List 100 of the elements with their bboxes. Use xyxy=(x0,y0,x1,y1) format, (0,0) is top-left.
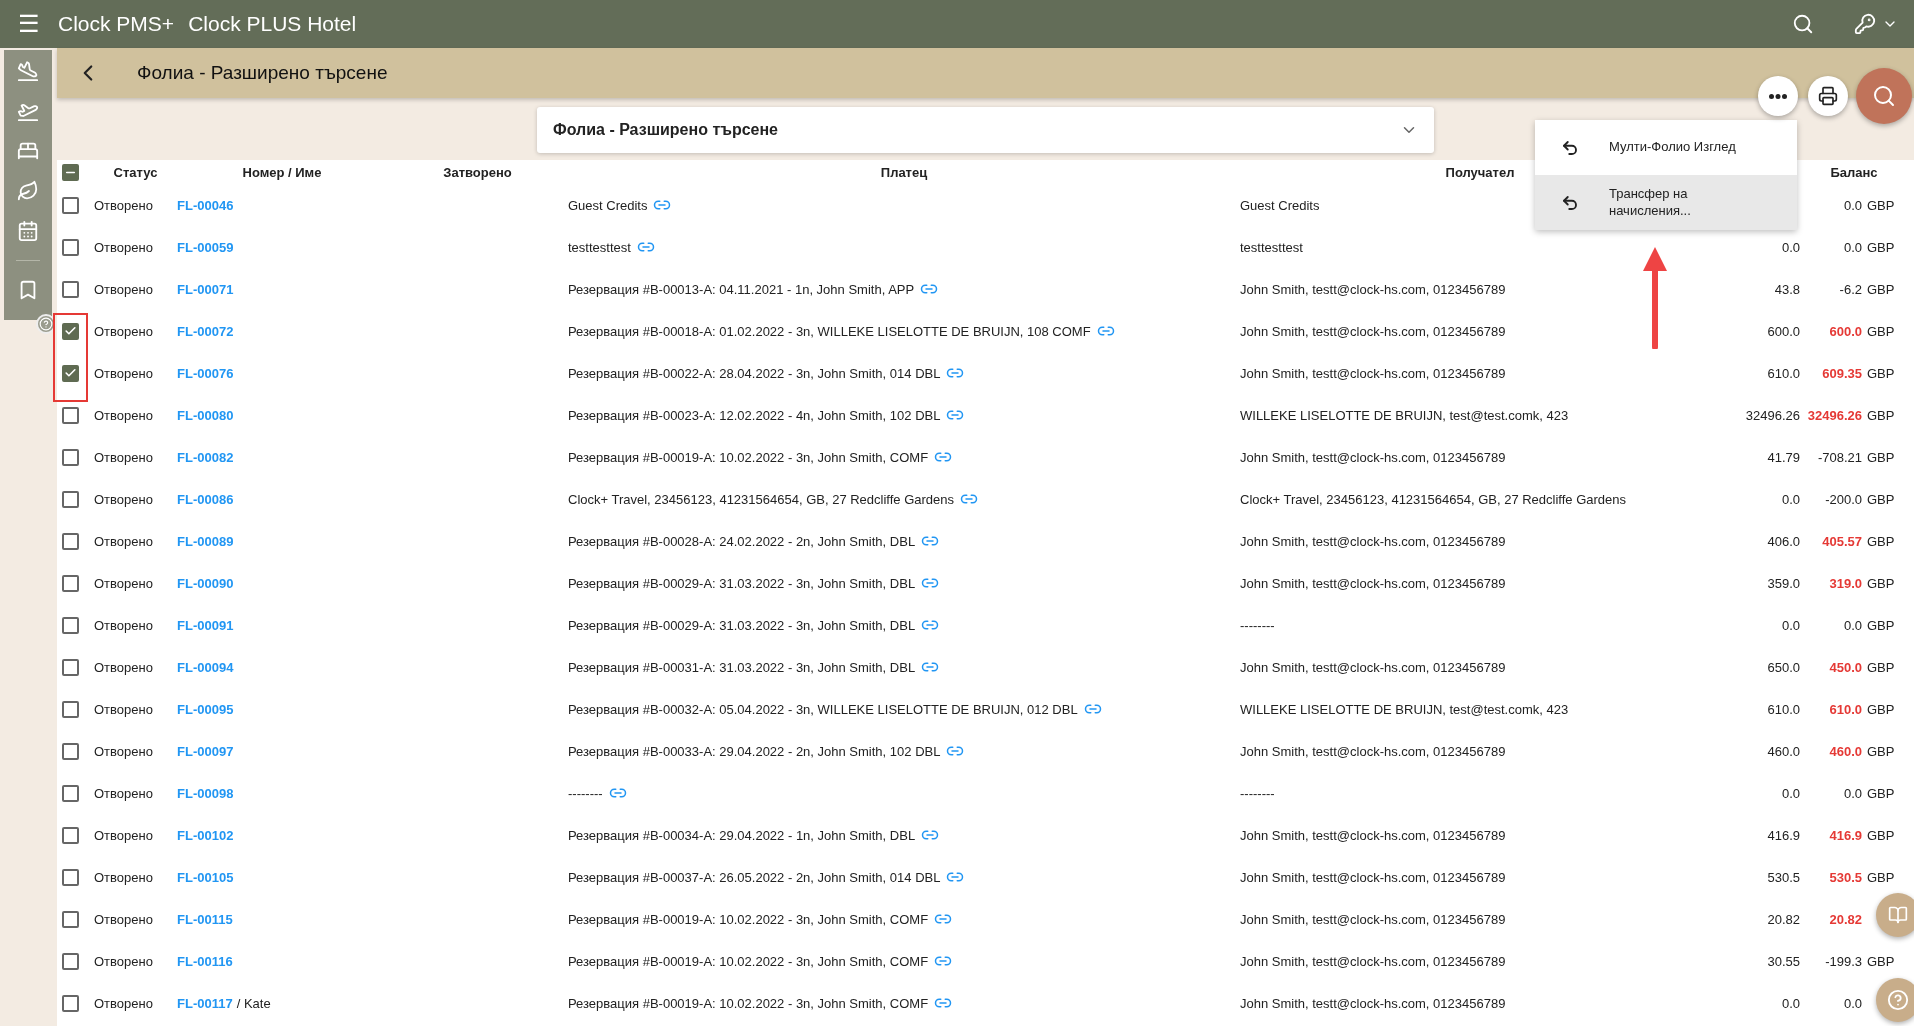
row-checkbox[interactable] xyxy=(62,952,79,970)
folio-link[interactable]: FL-00086 xyxy=(177,491,234,507)
row-checkbox[interactable] xyxy=(62,910,79,928)
folio-link[interactable]: FL-00072 xyxy=(177,323,234,339)
row-checkbox[interactable] xyxy=(62,616,79,634)
search-button[interactable] xyxy=(1856,68,1912,124)
balance-cell: 0.0 xyxy=(1843,197,1862,213)
status-cell: Отворено xyxy=(94,743,153,759)
row-checkbox[interactable] xyxy=(62,700,79,718)
folio-link[interactable]: FL-00059 xyxy=(177,239,234,255)
key-icon[interactable] xyxy=(1854,13,1876,35)
row-checkbox[interactable] xyxy=(62,784,79,802)
plane-landing-icon[interactable] xyxy=(17,60,39,82)
menu-item[interactable]: Мулти-Фолио Изглед xyxy=(1535,120,1797,175)
print-button[interactable] xyxy=(1808,76,1848,116)
row-checkbox[interactable] xyxy=(62,280,79,298)
row-checkbox[interactable] xyxy=(62,448,79,466)
amount-cell: 359.0 xyxy=(1767,575,1800,591)
more-button[interactable] xyxy=(1758,76,1798,116)
balance-cell: -200.0 xyxy=(1825,491,1862,507)
status-cell: Отворено xyxy=(94,659,153,675)
folio-link[interactable]: FL-00089 xyxy=(177,533,234,549)
amount-cell: 600.0 xyxy=(1767,323,1800,339)
row-checkbox[interactable] xyxy=(62,322,79,340)
balance-cell: 319.0 xyxy=(1829,575,1862,591)
view-select[interactable]: Фолиа - Разширено търсене xyxy=(537,107,1434,153)
receiver-cell: Guest Credits xyxy=(1240,197,1320,213)
folio-link[interactable]: FL-00082 xyxy=(177,449,234,465)
folio-link[interactable]: FL-00115 xyxy=(177,911,233,927)
amount-cell: 530.5 xyxy=(1767,869,1800,885)
row-checkbox[interactable] xyxy=(62,364,79,382)
folio-link[interactable]: FL-00080 xyxy=(177,407,234,423)
status-cell: Отворено xyxy=(94,197,153,213)
row-checkbox[interactable] xyxy=(62,658,79,676)
payer-cell: Резервация #B-00037-A: 26.05.2022 - 2n, John Smith, 014 DBL xyxy=(568,869,941,885)
undo-icon xyxy=(1561,193,1579,212)
row-checkbox[interactable] xyxy=(62,490,79,508)
payer-cell: Резервация #B-00019-A: 10.02.2022 - 3n, John Smith, COMF xyxy=(568,449,929,465)
receiver-cell: John Smith, testt@clock-hs.com, 0123456789 xyxy=(1240,869,1506,885)
payer-cell: Guest Credits xyxy=(568,197,648,213)
receiver-cell: John Smith, testt@clock-hs.com, 0123456789 xyxy=(1240,281,1506,297)
row-checkbox[interactable] xyxy=(62,196,79,214)
column-header: Номер / Име xyxy=(242,164,322,180)
row-checkbox[interactable] xyxy=(62,994,79,1012)
folio-link[interactable]: FL-00105 xyxy=(177,869,234,885)
search-icon[interactable] xyxy=(1792,13,1814,35)
help-icon xyxy=(1887,989,1909,1011)
balance-cell: 20.82 xyxy=(1829,911,1862,927)
row-checkbox[interactable] xyxy=(62,238,79,256)
folio-link[interactable]: FL-00090 xyxy=(177,575,234,591)
folio-link[interactable]: FL-00117 xyxy=(177,995,233,1011)
printer-icon xyxy=(1818,86,1838,106)
row-checkbox[interactable] xyxy=(62,406,79,424)
row-checkbox[interactable] xyxy=(62,826,79,844)
amount-cell: 0.0 xyxy=(1781,239,1800,255)
payer-cell: Clock+ Travel, 23456123, 41231564654, GB, 27 Redcliffe Gardens xyxy=(568,491,955,507)
book-icon xyxy=(1888,905,1908,925)
undo-icon xyxy=(1561,138,1579,157)
menu-item[interactable]: Трансфер на начисления... xyxy=(1535,175,1797,230)
payer-cell: Резервация #B-00033-A: 29.04.2022 - 2n, John Smith, 102 DBL xyxy=(568,743,941,759)
column-header: Затворено xyxy=(443,164,512,180)
balance-cell: -199.3 xyxy=(1825,953,1862,969)
folio-link[interactable]: FL-00102 xyxy=(177,827,234,843)
balance-cell: 32496.26 xyxy=(1807,407,1862,423)
payer-cell: Резервация #B-00028-A: 24.02.2022 - 2n, John Smith, DBL xyxy=(568,533,916,549)
amount-cell: 0.0 xyxy=(1781,785,1800,801)
row-checkbox[interactable] xyxy=(62,868,79,886)
balance-cell: 460.0 xyxy=(1829,743,1862,759)
folio-link[interactable]: FL-00094 xyxy=(177,659,234,675)
folio-link[interactable]: FL-00076 xyxy=(177,365,234,381)
menu-icon[interactable]: ☰ xyxy=(18,12,40,36)
payer-cell: Резервация #B-00018-A: 01.02.2022 - 3n, WILLEKE LISELOTTE DE BRUIJN, 108 COMF xyxy=(568,323,1091,339)
select-all-checkbox[interactable] xyxy=(62,163,79,181)
amount-cell: 650.0 xyxy=(1767,659,1800,675)
folio-link[interactable]: FL-00116 xyxy=(177,953,233,969)
leaf-icon[interactable] xyxy=(17,180,39,202)
receiver-cell: -------- xyxy=(1240,785,1275,801)
receiver-cell: John Smith, testt@clock-hs.com, 0123456789 xyxy=(1240,575,1506,591)
calendar-icon[interactable] xyxy=(17,220,39,242)
row-checkbox[interactable] xyxy=(62,574,79,592)
folio-link[interactable]: FL-00091 xyxy=(177,617,234,633)
balance-cell: 600.0 xyxy=(1829,323,1862,339)
payer-cell: Резервация #B-00019-A: 10.02.2022 - 3n, John Smith, COMF xyxy=(568,911,929,927)
row-checkbox[interactable] xyxy=(62,532,79,550)
folio-link[interactable]: FL-00046 xyxy=(177,197,234,213)
help-icon xyxy=(39,317,53,331)
receiver-cell: John Smith, testt@clock-hs.com, 0123456789 xyxy=(1240,659,1506,675)
currency-cell-text: GBP xyxy=(1866,953,1896,969)
folio-link[interactable]: FL-00095 xyxy=(177,701,234,717)
folio-link[interactable]: FL-00097 xyxy=(177,743,234,759)
balance-cell: 0.0 xyxy=(1843,239,1862,255)
folio-link[interactable]: FL-00071 xyxy=(177,281,234,297)
status-cell: Отворено xyxy=(94,239,153,255)
receiver-cell: John Smith, testt@clock-hs.com, 0123456789 xyxy=(1240,743,1506,759)
amount-cell: 30.55 xyxy=(1767,953,1800,969)
bed-icon[interactable] xyxy=(17,140,39,162)
folio-link[interactable]: FL-00098 xyxy=(177,785,234,801)
amount-cell: 0.0 xyxy=(1781,491,1800,507)
row-checkbox[interactable] xyxy=(62,742,79,760)
balance-cell: 609.35 xyxy=(1822,365,1862,381)
